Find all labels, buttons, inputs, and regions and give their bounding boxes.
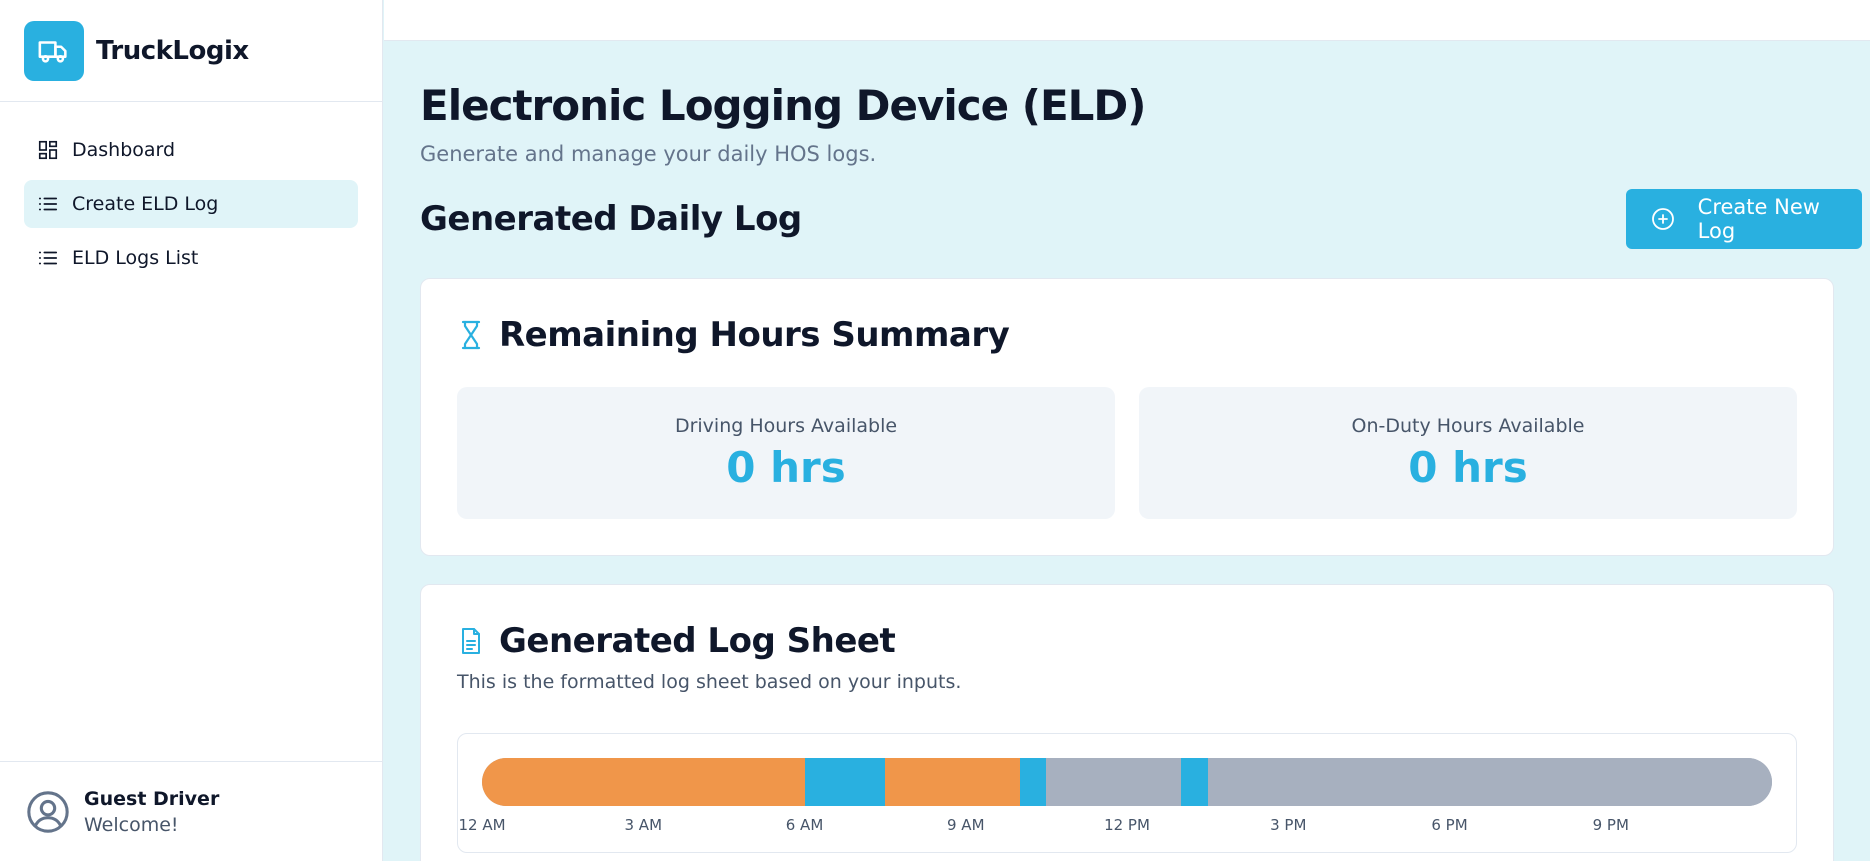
section-title: Generated Daily Log [420, 199, 802, 239]
timeline-segment [482, 758, 805, 806]
sidebar-nav: Dashboard Create ELD Log ELD Logs List [0, 102, 382, 282]
sidebar-item-dashboard[interactable]: Dashboard [24, 126, 358, 174]
timeline-segment [1180, 758, 1208, 806]
page-subtitle: Generate and manage your daily HOS logs. [420, 142, 877, 166]
card-title: Remaining Hours Summary [499, 315, 1010, 355]
stat-label: Driving Hours Available [674, 414, 898, 437]
time-tick-label: 6 PM [1431, 816, 1468, 834]
brand-name[interactable]: TruckLogix [96, 36, 249, 66]
log-sheet-card: Generated Log Sheet This is the formatte… [420, 584, 1834, 861]
brand-header: TruckLogix [0, 0, 382, 102]
time-tick-label: 9 AM [946, 816, 985, 834]
document-icon [457, 625, 485, 657]
card-title: Generated Log Sheet [499, 621, 896, 661]
page-title: Electronic Logging Device (ELD) [420, 81, 1147, 130]
dashboard-icon [36, 138, 60, 162]
user-text: Guest Driver Welcome! [84, 788, 219, 836]
driving-hours-stat: Driving Hours Available 0 hrs [457, 387, 1115, 519]
card-header: Generated Log Sheet [457, 621, 1797, 661]
time-tick-label: 3 PM [1270, 816, 1307, 834]
on-duty-hours-stat: On-Duty Hours Available 0 hrs [1139, 387, 1797, 519]
time-tick-label: 9 PM [1592, 816, 1629, 834]
create-new-log-label: Create New Log [1697, 195, 1820, 243]
user-greeting: Welcome! [84, 813, 179, 836]
sidebar-item-label: Dashboard [72, 139, 176, 161]
timeline-segment [1207, 758, 1772, 806]
user-profile[interactable]: Guest Driver Welcome! [0, 761, 382, 861]
time-tick-label: 12 PM [1104, 816, 1150, 834]
time-axis: 12 AM 3 AM 6 AM 9 AM 12 PM 3 PM 6 PM 9 PM [458, 816, 1772, 846]
time-tick-label: 3 AM [624, 816, 663, 834]
create-new-log-button[interactable]: Create New Log [1626, 189, 1862, 249]
hourglass-icon [457, 319, 485, 351]
timeline-segment [804, 758, 886, 806]
sidebar-item-eld-logs-list[interactable]: ELD Logs List [24, 234, 358, 282]
card-description: This is the formatted log sheet based on… [457, 671, 962, 693]
card-header: Remaining Hours Summary [457, 315, 1797, 355]
list-icon [36, 246, 60, 270]
truck-icon[interactable] [24, 20, 84, 81]
user-name: Guest Driver [84, 787, 220, 810]
section-header: Generated Daily Log Create New Log [420, 188, 1862, 250]
stat-value: 0 hrs [726, 442, 846, 492]
top-bar [384, 0, 1870, 41]
stat-value: 0 hrs [1408, 442, 1528, 492]
timeline-segment [1019, 758, 1047, 806]
sidebar-item-create-eld-log[interactable]: Create ELD Log [24, 180, 358, 228]
sidebar-item-label: Create ELD Log [72, 193, 219, 215]
hours-stats: Driving Hours Available 0 hrs On-Duty Ho… [457, 387, 1797, 519]
timeline-segment [885, 758, 1020, 806]
stat-label: On-Duty Hours Available [1351, 414, 1585, 437]
sidebar-item-label: ELD Logs List [72, 247, 199, 269]
main-content: Electronic Logging Device (ELD) Generate… [384, 41, 1870, 861]
remaining-hours-card: Remaining Hours Summary Driving Hours Av… [420, 278, 1834, 556]
duty-status-timeline [482, 758, 1772, 806]
time-tick-label: 6 AM [785, 816, 824, 834]
list-icon [36, 192, 60, 216]
user-circle-icon [24, 788, 72, 836]
log-sheet: 12 AM 3 AM 6 AM 9 AM 12 PM 3 PM 6 PM 9 PM [457, 733, 1797, 853]
timeline-segment [1046, 758, 1181, 806]
plus-circle-icon [1650, 206, 1676, 232]
sidebar: TruckLogix Dashboard Create ELD Log ELD … [0, 0, 383, 861]
time-tick-label: 12 AM [458, 816, 506, 834]
